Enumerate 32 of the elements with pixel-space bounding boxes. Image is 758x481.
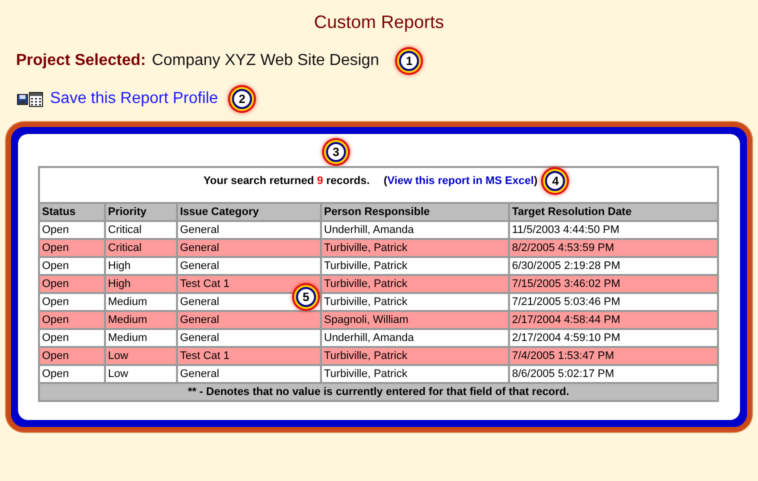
project-name: Company XYZ Web Site Design <box>152 52 380 70</box>
table-cell: 7/4/2005 1:53:47 PM <box>509 347 718 365</box>
table-cell: Turbiville, Patrick <box>321 275 509 293</box>
column-header: Person Responsible <box>321 203 509 221</box>
table-cell: Medium <box>105 311 177 329</box>
table-cell: Open <box>39 239 105 257</box>
project-label: Project Selected: <box>16 52 146 70</box>
table-cell: Open <box>39 311 105 329</box>
table-cell: Low <box>105 347 177 365</box>
calculator-icon[interactable] <box>29 92 43 106</box>
column-header: Target Resolution Date <box>509 203 718 221</box>
result-count-text: Your search returned 9 records. <box>204 175 370 187</box>
table-cell: Turbiville, Patrick <box>321 347 509 365</box>
table-cell: Open <box>39 275 105 293</box>
table-cell: General <box>177 239 321 257</box>
table-cell: High <box>105 275 177 293</box>
table-cell: Test Cat 1 <box>177 347 321 365</box>
table-cell: General <box>177 311 321 329</box>
save-profile-link[interactable]: Save this Report Profile <box>50 90 218 108</box>
column-header: Status <box>39 203 105 221</box>
table-cell: 2/17/2004 4:58:44 PM <box>509 311 718 329</box>
table-cell: Turbiville, Patrick <box>321 239 509 257</box>
table-cell: 7/15/2005 3:46:02 PM <box>509 275 718 293</box>
footnote-text: ** - Denotes that no value is currently entered for that field of that record. <box>39 383 718 401</box>
table-cell: 8/2/2005 4:53:59 PM <box>509 239 718 257</box>
table-cell: Critical <box>105 239 177 257</box>
column-header: Issue Category <box>177 203 321 221</box>
page-title: Custom Reports <box>312 11 446 34</box>
excel-link[interactable]: (View this report in MS Excel) <box>384 175 538 187</box>
table-cell: Spagnoli, William <box>321 311 509 329</box>
column-header: Priority <box>105 203 177 221</box>
table-cell: Open <box>39 347 105 365</box>
